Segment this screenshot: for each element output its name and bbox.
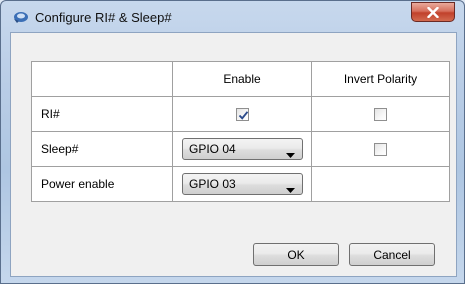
table-row: Power enable GPIO 03 [31, 166, 450, 202]
row-label-power-enable: Power enable [31, 166, 173, 202]
ri-enable-checkbox[interactable] [235, 108, 249, 122]
dialog-body: Enable Invert Polarity RI# Sleep# GPIO 0… [10, 32, 457, 277]
empty-cell [311, 166, 450, 202]
config-table: Enable Invert Polarity RI# Sleep# GPIO 0… [31, 61, 450, 202]
power-enable-gpio-value: GPIO 03 [189, 177, 236, 191]
chevron-down-icon [286, 182, 295, 196]
dialog-window: Configure RI# & Sleep# Enable Invert Pol… [0, 0, 465, 284]
sleep-gpio-dropdown[interactable]: GPIO 04 [182, 138, 303, 160]
close-icon [427, 6, 439, 18]
header-cell-empty [31, 61, 173, 97]
checkmark-icon [238, 111, 248, 120]
ok-button[interactable]: OK [253, 243, 339, 266]
header-enable: Enable [172, 61, 312, 97]
table-header-row: Enable Invert Polarity [31, 61, 450, 97]
table-row: Sleep# GPIO 04 [31, 131, 450, 167]
app-settings-icon [13, 10, 29, 24]
title-bar[interactable]: Configure RI# & Sleep# [1, 1, 464, 33]
window-title: Configure RI# & Sleep# [35, 10, 172, 25]
row-label-ri: RI# [31, 96, 173, 132]
sleep-gpio-value: GPIO 04 [189, 142, 236, 156]
header-invert-polarity: Invert Polarity [311, 61, 450, 97]
close-button[interactable] [411, 2, 455, 22]
cancel-button[interactable]: Cancel [349, 243, 435, 266]
power-enable-gpio-dropdown[interactable]: GPIO 03 [182, 173, 303, 195]
table-row: RI# [31, 96, 450, 132]
ri-invert-checkbox[interactable] [374, 108, 387, 122]
row-label-sleep: Sleep# [31, 131, 173, 167]
chevron-down-icon [286, 147, 295, 161]
sleep-invert-checkbox[interactable] [374, 143, 387, 157]
